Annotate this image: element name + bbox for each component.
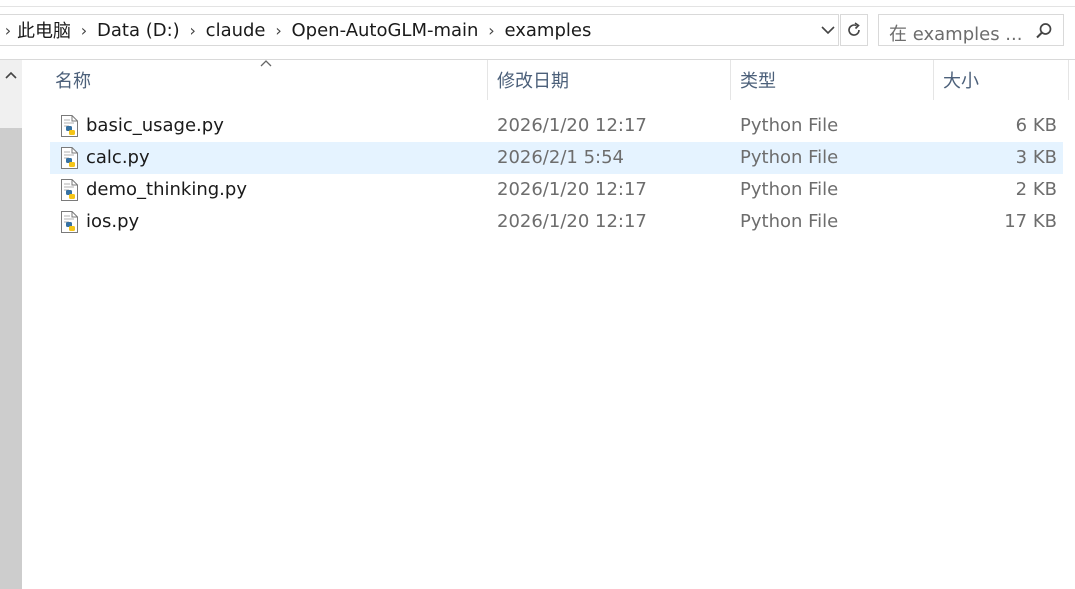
breadcrumb-data-drive[interactable]: Data (D:) xyxy=(97,20,180,41)
file-type: Python File xyxy=(740,147,839,168)
search-input[interactable]: 在 examples ... xyxy=(878,14,1064,46)
scroll-thumb[interactable] xyxy=(0,128,22,589)
window-top-strip xyxy=(0,0,1075,7)
python-file-icon xyxy=(61,211,78,233)
python-file-icon xyxy=(61,115,78,137)
breadcrumb-examples[interactable]: examples xyxy=(504,20,591,41)
scroll-up-button[interactable] xyxy=(0,60,22,90)
chevron-down-icon xyxy=(821,26,835,35)
column-header-type-label: 类型 xyxy=(740,71,776,92)
file-size: 2 KB xyxy=(1015,179,1057,200)
file-type: Python File xyxy=(740,211,839,232)
address-history-dropdown[interactable] xyxy=(818,14,838,46)
refresh-icon xyxy=(848,22,860,36)
column-header-size[interactable]: 大小 xyxy=(934,60,1068,100)
breadcrumb-claude[interactable]: claude xyxy=(206,20,266,41)
python-file-icon xyxy=(61,147,78,169)
file-name[interactable]: basic_usage.py xyxy=(86,110,224,142)
column-header-name[interactable]: 名称 xyxy=(50,60,487,100)
file-type: Python File xyxy=(740,179,839,200)
chevron-right-icon[interactable]: › xyxy=(71,21,97,40)
refresh-button[interactable] xyxy=(840,14,868,46)
column-separator[interactable] xyxy=(1068,60,1069,100)
search-icon[interactable] xyxy=(1035,22,1053,40)
file-row[interactable]: ios.py 2026/1/20 12:17 Python File 17 KB xyxy=(50,206,1063,238)
chevron-up-icon xyxy=(5,71,17,79)
column-header-name-label: 名称 xyxy=(55,71,91,92)
search-placeholder: 在 examples ... xyxy=(889,24,1023,45)
python-file-icon xyxy=(61,179,78,201)
file-size: 3 KB xyxy=(1015,147,1057,168)
chevron-right-icon[interactable]: › xyxy=(0,21,17,40)
breadcrumb: › 此电脑 › Data (D:) › claude › Open-AutoGL… xyxy=(0,15,592,45)
file-date-modified: 2026/1/20 12:17 xyxy=(497,179,647,200)
file-row[interactable]: demo_thinking.py 2026/1/20 12:17 Python Fi… xyxy=(50,174,1063,206)
file-size: 6 KB xyxy=(1015,115,1057,136)
file-row[interactable]: calc.py 2026/2/1 5:54 Python File 3 KB xyxy=(50,142,1063,174)
file-name[interactable]: ios.py xyxy=(86,206,139,238)
navigation-pane-scrollbar[interactable] xyxy=(0,60,22,589)
column-header-type[interactable]: 类型 xyxy=(731,60,933,100)
column-header-date[interactable]: 修改日期 xyxy=(488,60,730,100)
file-size: 17 KB xyxy=(1004,211,1057,232)
column-header-date-label: 修改日期 xyxy=(497,71,569,92)
file-name[interactable]: calc.py xyxy=(86,142,150,174)
chevron-right-icon[interactable]: › xyxy=(478,21,504,40)
column-header-size-label: 大小 xyxy=(943,71,979,92)
file-type: Python File xyxy=(740,115,839,136)
file-date-modified: 2026/1/20 12:17 xyxy=(497,211,647,232)
file-date-modified: 2026/1/20 12:17 xyxy=(497,115,647,136)
chevron-right-icon[interactable]: › xyxy=(266,21,292,40)
address-bar[interactable]: › 此电脑 › Data (D:) › claude › Open-AutoGL… xyxy=(0,14,839,46)
file-name[interactable]: demo_thinking.py xyxy=(86,174,247,206)
chevron-right-icon[interactable]: › xyxy=(180,21,206,40)
file-date-modified: 2026/2/1 5:54 xyxy=(497,147,624,168)
breadcrumb-this-pc[interactable]: 此电脑 xyxy=(17,17,71,43)
breadcrumb-open-autoglm-main[interactable]: Open-AutoGLM-main xyxy=(292,20,479,41)
file-row[interactable]: basic_usage.py 2026/1/20 12:17 Python File… xyxy=(50,110,1063,142)
